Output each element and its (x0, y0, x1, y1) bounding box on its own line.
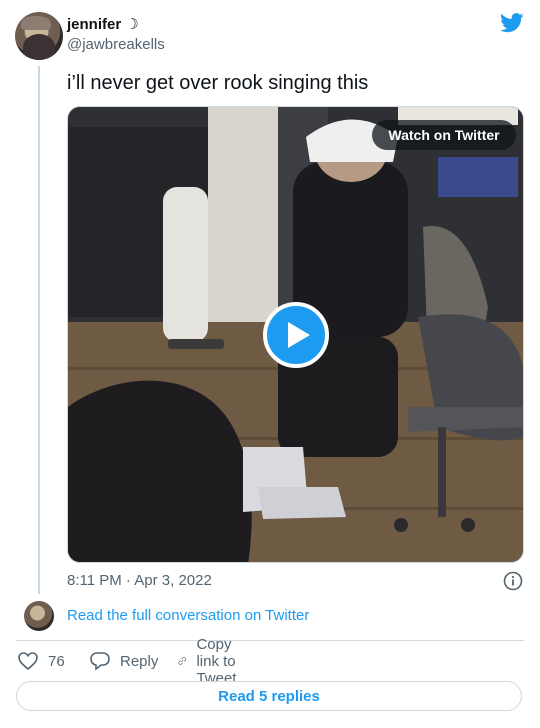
read-replies-button[interactable]: Read 5 replies (16, 681, 522, 711)
tweet-embed-card: jennifer ☽ @jawbreakells i’ll never get … (0, 0, 540, 728)
thread-line (38, 66, 40, 594)
author-handle[interactable]: @jawbreakells (67, 36, 165, 53)
play-icon (287, 322, 310, 348)
play-button[interactable] (263, 302, 329, 368)
author-display-name[interactable]: jennifer ☽ (67, 15, 139, 33)
link-icon (178, 657, 186, 665)
copy-link-button[interactable]: Copy link to Tweet (178, 636, 248, 687)
divider (16, 640, 524, 641)
twitter-bird-icon[interactable] (500, 13, 524, 33)
reply-button[interactable]: Reply (90, 650, 158, 672)
tweet-text: i’ll never get over rook singing this (67, 72, 369, 94)
conversation-avatar[interactable] (24, 601, 54, 631)
author-avatar[interactable] (15, 12, 63, 60)
heart-icon (18, 652, 38, 670)
speech-bubble-icon (90, 651, 110, 671)
info-icon[interactable] (503, 571, 523, 591)
tweet-timestamp[interactable]: 8:11 PM · Apr 3, 2022 (67, 572, 212, 589)
reply-label: Reply (120, 652, 159, 670)
like-count: 76 (48, 652, 65, 670)
watch-on-twitter-button[interactable]: Watch on Twitter (372, 120, 516, 150)
copy-link-label: Copy link to Tweet (196, 635, 237, 687)
read-conversation-link[interactable]: Read the full conversation on Twitter (67, 607, 309, 624)
like-button[interactable]: 76 (18, 650, 65, 672)
